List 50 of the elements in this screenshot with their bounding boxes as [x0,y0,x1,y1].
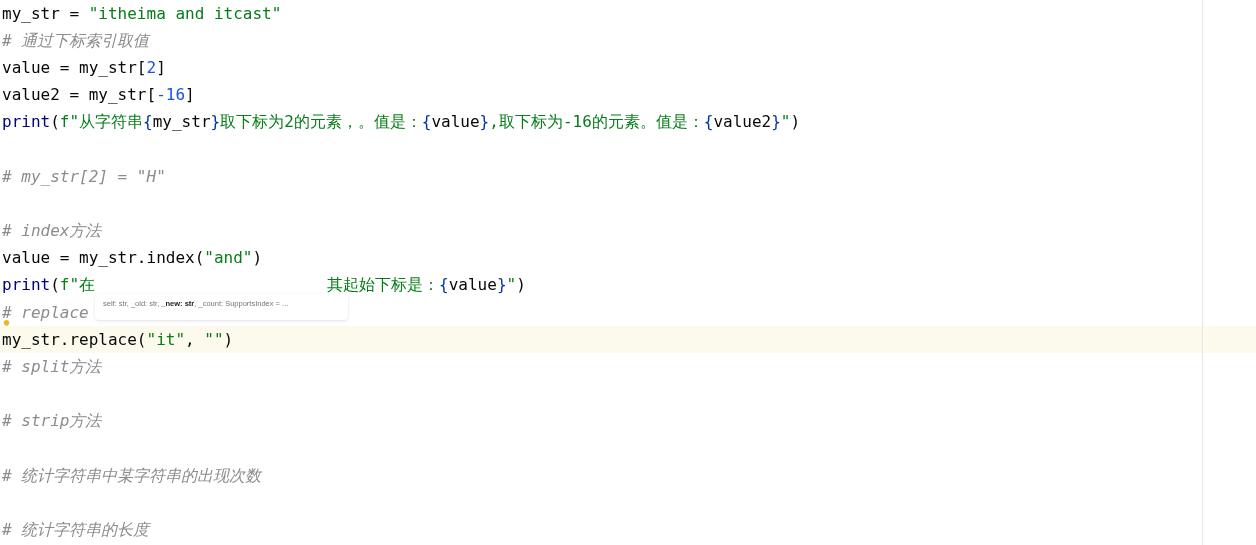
code-token: my_str.replace( [2,331,147,348]
code-token: ) [790,114,801,131]
code-token: my_str = [2,5,81,22]
code-token: ( [50,277,60,294]
code-token: " [506,277,517,294]
code-token: # 统计字符串中某字符串的出现次数 [2,467,262,484]
code-token: 其起始下标是： [327,277,440,294]
code-token: ( [50,114,60,131]
code-token: ] [156,59,166,76]
code-token: ) [223,331,234,348]
code-token: } [479,114,490,131]
code-token: value2 [713,114,772,131]
code-token: { [703,114,714,131]
code-token: } [771,114,781,131]
code-token: value = my_str[ [2,59,147,76]
code-token: } [210,114,221,131]
code-token: "itheima and itcast" [88,5,282,22]
code-token: "it" [146,331,186,348]
code-token: my_str [152,114,211,131]
code-token: value2 = my_str[ [2,87,157,104]
code-token: 2 [146,59,157,76]
code-token: " [780,114,791,131]
code-token: { [143,114,153,131]
code-token: } [496,277,507,294]
code-token: # replace [2,304,89,321]
code-token: ) [252,250,263,267]
code-token: , [185,331,196,348]
code-token: # 通过下标索引取值 [2,32,150,49]
code-token: # split方法 [2,359,102,376]
lightbulb-icon[interactable] [3,320,10,326]
code-token: f"从字符串 [59,114,144,131]
code-token: f"在 [59,277,96,294]
code-token: print [2,277,51,294]
code-token: value [431,114,480,131]
code-token: # my_str[2] = "H" [2,168,166,185]
code-token: ,取下标为-16的元素。值是： [489,114,704,131]
code-token: "" [204,331,224,348]
code-token: { [421,114,432,131]
code-token: value [448,277,497,294]
code-token: print [2,114,51,131]
code-token: # index方法 [2,223,102,240]
code-token: ] [185,87,195,104]
code-token: # 统计字符串的长度 [2,522,150,539]
code-token: ) [516,277,526,294]
code-token: 取下标为2的元素，。值是： [220,114,422,131]
code-token: -16 [156,87,186,104]
code-token: "and" [204,250,253,267]
code-token: # strip方法 [2,413,102,430]
code-token: value = my_str.index( [2,250,205,267]
code-token: { [439,277,449,294]
